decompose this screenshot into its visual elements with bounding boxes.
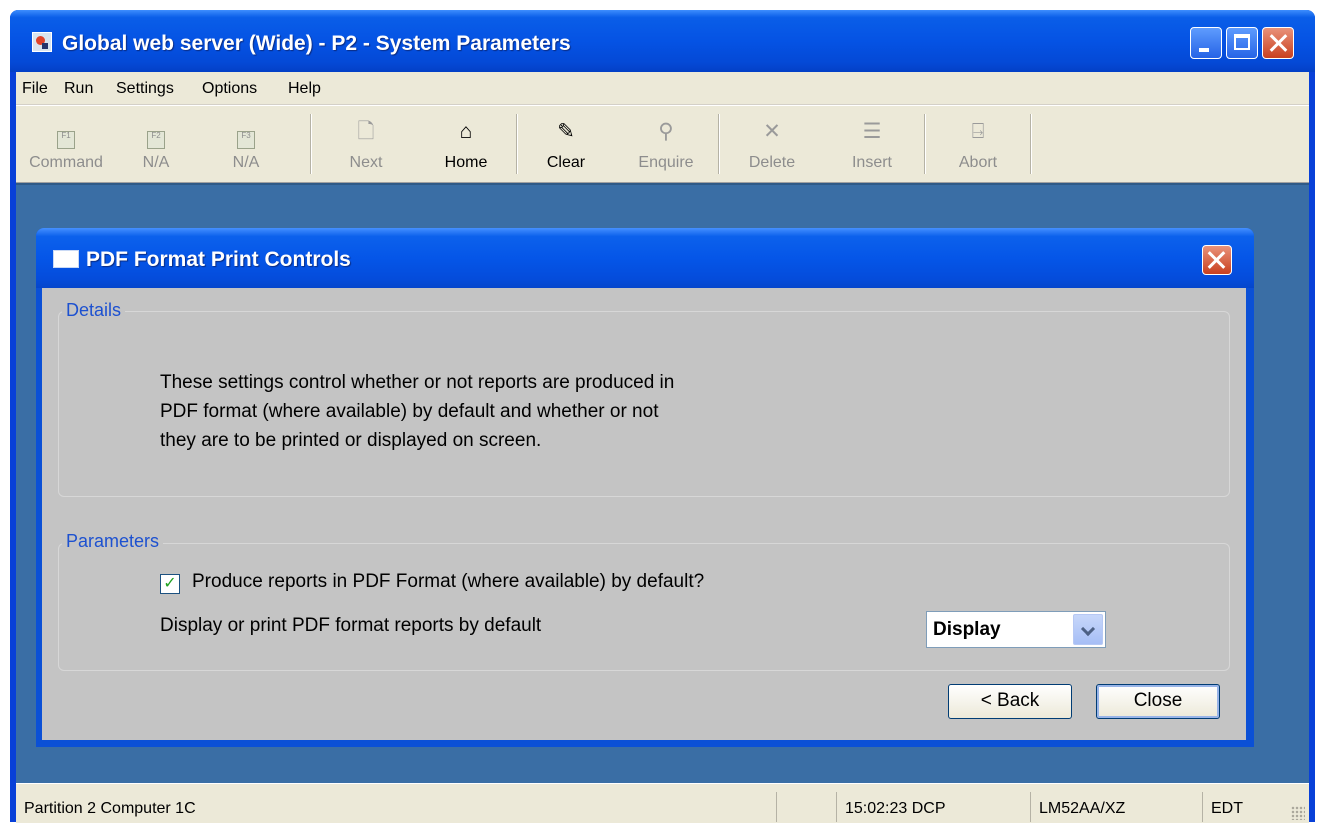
pdf-controls-dialog: PDF Format Print Controls Details These … — [36, 228, 1254, 747]
status-time: 15:02:23 — [845, 800, 908, 817]
status-mode: DCP — [911, 800, 946, 817]
toolbar-f2-button[interactable]: F2 N/A — [106, 106, 206, 182]
toolbar: F1 Command F2 N/A F3 N/A 🗋 Next ⌂ Home ✎… — [16, 105, 1309, 183]
toolbar-delete-button[interactable]: ✕ Delete — [722, 106, 822, 182]
menu-bar: File Run Settings Options Help — [16, 72, 1309, 104]
toolbar-home-label: Home — [444, 154, 488, 171]
details-description: These settings control whether or not re… — [160, 368, 674, 455]
toolbar-clear-button[interactable]: ✎ Clear — [516, 106, 616, 182]
dialog-icon — [53, 250, 79, 268]
toolbar-enquire-label: Enquire — [638, 154, 694, 171]
abort-icon: ⍈ — [971, 120, 985, 143]
toolbar-command-button[interactable]: F1 Command — [16, 106, 116, 182]
toolbar-clear-label: Clear — [546, 154, 586, 171]
menu-file[interactable]: File — [22, 80, 48, 98]
back-button[interactable]: < Back — [948, 684, 1072, 719]
menu-help[interactable]: Help — [288, 80, 321, 98]
toolbar-next-label: Next — [349, 154, 383, 171]
dialog-title: PDF Format Print Controls — [86, 248, 351, 271]
status-empty-cell — [776, 792, 836, 822]
f3-key-icon: F3 — [233, 120, 259, 149]
details-line: PDF format (where available) by default … — [160, 401, 659, 422]
status-user: LM52AA/XZ — [1030, 792, 1180, 822]
f1-key-icon: F1 — [53, 120, 79, 149]
toolbar-insert-button[interactable]: ☰ Insert — [822, 106, 922, 182]
display-print-select[interactable]: Display — [926, 611, 1106, 648]
clear-icon: ✎ — [557, 120, 575, 143]
minimize-button[interactable] — [1190, 27, 1222, 59]
window-title: Global web server (Wide) - P2 - System P… — [62, 32, 571, 55]
insert-icon: ☰ — [862, 120, 882, 143]
dialog-close-button[interactable] — [1202, 245, 1232, 275]
toolbar-abort-button[interactable]: ⍈ Abort — [928, 106, 1028, 182]
toolbar-insert-label: Insert — [851, 154, 892, 171]
toolbar-separator — [1030, 114, 1032, 174]
window-close-button[interactable] — [1262, 27, 1294, 59]
details-line: These settings control whether or not re… — [160, 372, 675, 393]
status-edit: EDT — [1202, 792, 1282, 822]
pdf-default-checkbox-label: Produce reports in PDF Format (where ava… — [192, 571, 705, 592]
status-time-mode: 15:02:23 DCP — [836, 792, 954, 822]
app-icon — [32, 32, 52, 52]
toolbar-next-button[interactable]: 🗋 Next — [316, 106, 416, 182]
dialog-body: Details These settings control whether o… — [42, 288, 1246, 740]
display-print-select-value: Display — [933, 619, 1001, 640]
menu-settings[interactable]: Settings — [116, 80, 174, 98]
f2-key-icon: F2 — [143, 120, 169, 149]
toolbar-abort-label: Abort — [958, 154, 998, 171]
menu-run[interactable]: Run — [64, 80, 93, 98]
window-titlebar[interactable]: Global web server (Wide) - P2 - System P… — [10, 10, 1315, 72]
toolbar-home-button[interactable]: ⌂ Home — [416, 106, 516, 182]
toolbar-command-label: Command — [29, 154, 103, 171]
menu-options[interactable]: Options — [202, 80, 257, 98]
parameters-group-title: Parameters — [62, 531, 164, 552]
checkmark-icon: ✓ — [163, 575, 177, 592]
toolbar-f3-button[interactable]: F3 N/A — [196, 106, 296, 182]
chevron-down-icon[interactable] — [1073, 614, 1103, 645]
toolbar-separator — [310, 114, 312, 174]
details-group-title: Details — [62, 300, 126, 321]
toolbar-f2-label: N/A — [142, 154, 170, 171]
maximize-button[interactable] — [1226, 27, 1258, 59]
display-print-label: Display or print PDF format reports by d… — [160, 615, 542, 636]
toolbar-enquire-button[interactable]: ⚲ Enquire — [616, 106, 716, 182]
toolbar-separator — [718, 114, 720, 174]
toolbar-f3-label: N/A — [232, 154, 260, 171]
resize-grip-icon[interactable] — [1291, 806, 1305, 820]
pdf-default-checkbox[interactable]: ✓ — [160, 574, 180, 594]
toolbar-separator — [924, 114, 926, 174]
toolbar-delete-label: Delete — [748, 154, 796, 171]
parameters-group — [58, 543, 1230, 671]
delete-icon: ✕ — [763, 120, 781, 143]
status-partition: Partition 2 Computer 1C — [24, 800, 196, 817]
dialog-titlebar[interactable]: PDF Format Print Controls — [36, 228, 1254, 288]
search-icon: ⚲ — [658, 120, 674, 143]
details-line: they are to be printed or displayed on s… — [160, 430, 542, 451]
home-icon: ⌂ — [459, 120, 473, 143]
status-bar: Partition 2 Computer 1C 15:02:23 DCP LM5… — [16, 783, 1309, 823]
close-button[interactable]: Close — [1096, 684, 1220, 719]
next-page-icon: 🗋 — [357, 120, 375, 143]
